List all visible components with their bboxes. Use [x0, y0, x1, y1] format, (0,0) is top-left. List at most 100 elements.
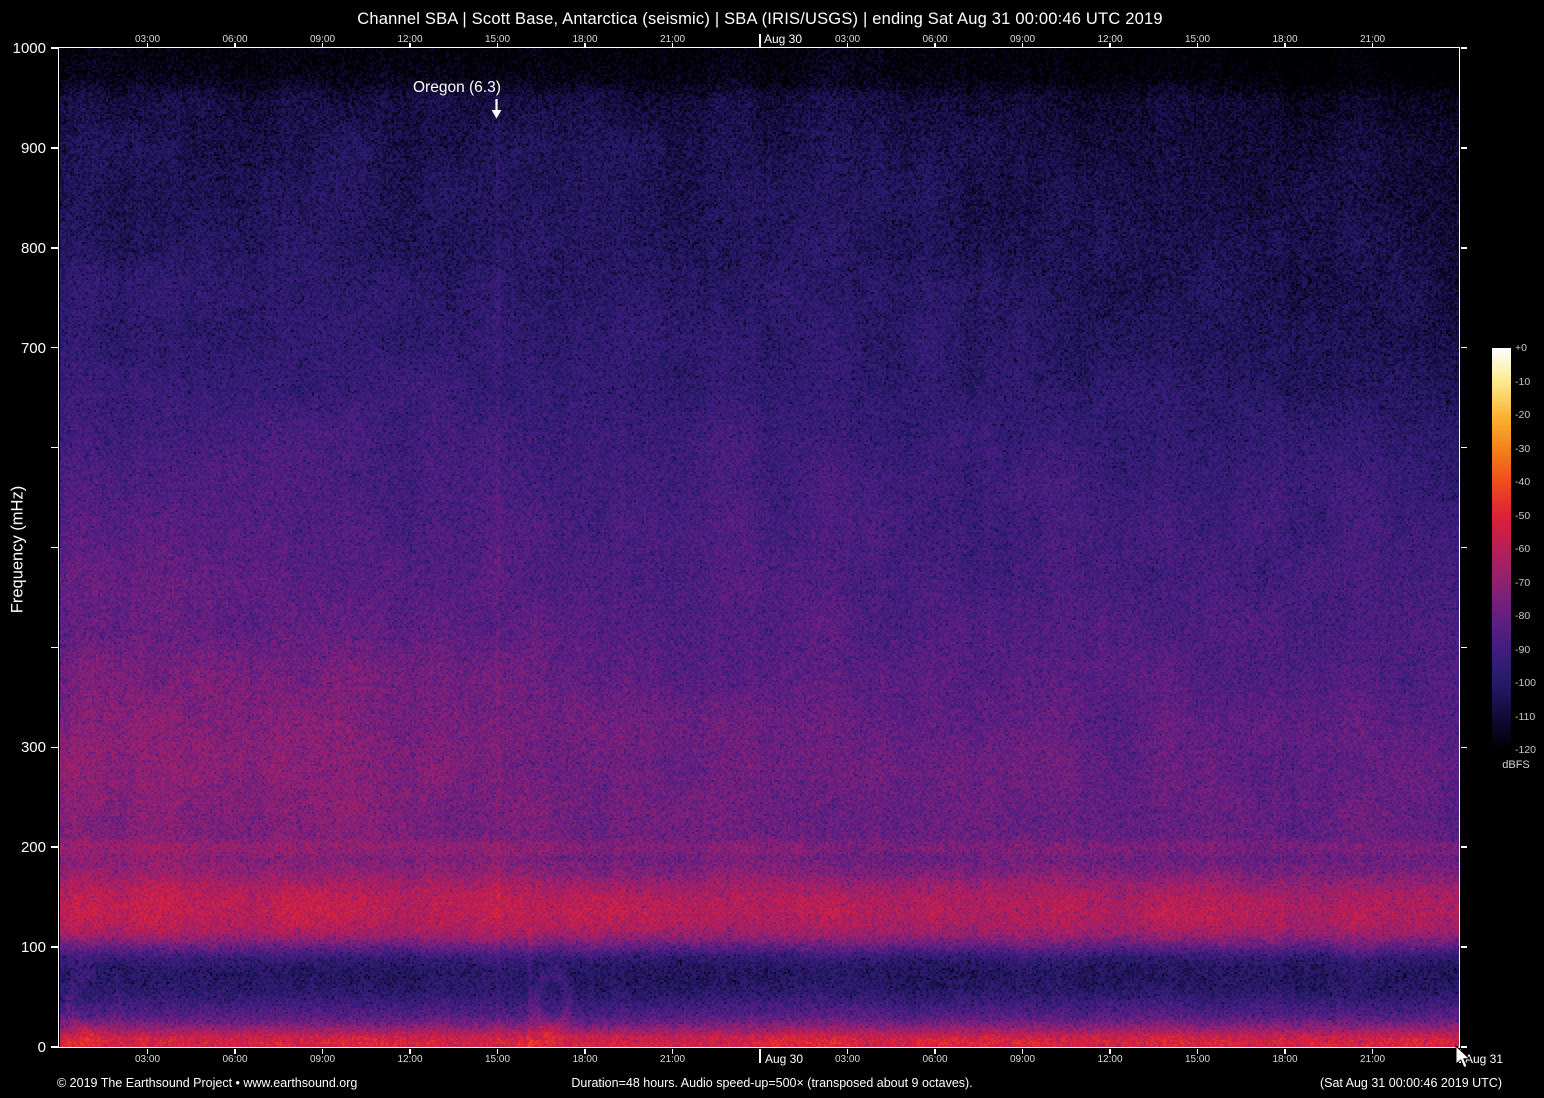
y-axis-tick-left — [51, 1046, 59, 1048]
y-axis-tick-left — [51, 147, 59, 149]
y-axis-label: 300 — [20, 739, 46, 757]
x-axis-label-top: 03:00 — [134, 33, 161, 45]
y-axis-tick-left — [51, 846, 59, 848]
colorbar-tick-label: -50 — [1515, 509, 1531, 522]
y-axis-tick-right — [1461, 646, 1467, 649]
y-axis-label: 900 — [20, 139, 46, 157]
x-axis-label-top: 09:00 — [309, 33, 336, 45]
y-axis-tick-left — [51, 546, 59, 549]
y-axis-tick-left — [51, 346, 59, 349]
x-axis-tick-bottom — [1284, 1048, 1286, 1054]
y-axis-tick-right — [1461, 946, 1467, 948]
x-axis-day-label-top: Aug 30 — [764, 32, 803, 46]
x-axis-label-top: 12:00 — [1097, 33, 1123, 45]
colorbar-tick-label: -80 — [1515, 610, 1531, 622]
colorbar-tick-label: +0 — [1515, 342, 1527, 354]
x-axis-label-bottom: 06:00 — [222, 1054, 248, 1065]
colorbar-tick-label: -30 — [1515, 442, 1531, 455]
timestamp-text: (Sat Aug 31 00:00:46 2019 UTC) — [1319, 1076, 1502, 1090]
spectrogram-figure: Channel SBA | Scott Base, Antarctica (se… — [0, 0, 1544, 1098]
event-annotation: Oregon (6.3) — [413, 79, 501, 97]
x-axis-label-bottom: 09:00 — [1009, 1054, 1036, 1065]
y-axis-tick-left — [51, 247, 59, 249]
x-axis-tick-bottom — [671, 1048, 674, 1054]
mouse-cursor-icon — [1455, 1045, 1471, 1069]
x-axis-label-top: 18:00 — [572, 33, 598, 45]
y-axis-tick-right — [1461, 147, 1467, 149]
duration-text: Duration=48 hours. Audio speed-up=500× (… — [571, 1076, 973, 1090]
colorbar-tick-label: -40 — [1515, 476, 1531, 488]
colorbar-tick-label: -60 — [1515, 543, 1531, 555]
x-axis-tick-bottom — [1196, 1048, 1199, 1054]
y-axis-label: 800 — [20, 239, 46, 257]
colorbar-tick-label: -120 — [1515, 744, 1537, 756]
colorbar-tick-label: -20 — [1515, 409, 1531, 421]
copyright-text: © 2019 The Earthsound Project • www.eart… — [57, 1076, 358, 1090]
x-axis-tick-bottom — [759, 1048, 761, 1063]
x-axis-label-bottom: 03:00 — [134, 1054, 161, 1065]
event-annotation-label: Oregon (6.3) — [413, 79, 501, 96]
x-axis-label-top: 21:00 — [1359, 33, 1386, 45]
colorbar-unit-label: dBFS — [1502, 759, 1530, 771]
y-axis-tick-right — [1461, 247, 1467, 249]
y-axis-label: 100 — [20, 939, 46, 957]
y-axis-tick-right — [1461, 47, 1467, 49]
x-axis-tick-bottom — [234, 1048, 236, 1054]
x-axis-label-bottom: 03:00 — [834, 1054, 861, 1065]
colorbar-tick-label: -90 — [1515, 643, 1531, 656]
x-axis-tick-bottom — [1371, 1048, 1374, 1054]
x-axis-label-top: 15:00 — [1184, 33, 1211, 45]
x-axis-label-bottom: 06:00 — [922, 1054, 948, 1065]
x-axis-tick-top — [759, 34, 761, 48]
y-axis-tick-right — [1461, 846, 1467, 848]
colorbar-tick-label: -10 — [1515, 375, 1531, 388]
colorbar-tick-label: -100 — [1515, 677, 1537, 689]
x-axis-label-bottom: 09:00 — [309, 1054, 336, 1065]
x-axis-label-top: 18:00 — [1272, 33, 1298, 45]
x-axis-tick-bottom — [1021, 1048, 1024, 1054]
spectrogram-canvas — [60, 48, 1460, 1047]
x-axis-tick-bottom — [496, 1048, 499, 1054]
colorbar-canvas — [1492, 348, 1511, 750]
y-axis-tick-right — [1461, 546, 1467, 549]
x-axis-label-top: 12:00 — [397, 33, 423, 45]
y-axis-tick-left — [51, 446, 59, 449]
x-axis-tick-bottom — [321, 1048, 324, 1054]
y-axis-tick-right — [1461, 346, 1467, 349]
y-axis-title: Frequency (mHz) — [8, 485, 27, 614]
colorbar-tick-label: -110 — [1515, 710, 1536, 723]
x-axis-label-top: 21:00 — [659, 33, 686, 45]
x-axis-label-top: 15:00 — [484, 33, 511, 45]
x-axis-label-bottom: 12:00 — [1097, 1054, 1123, 1065]
x-axis-label-bottom: 18:00 — [572, 1054, 598, 1065]
y-axis-tick-right — [1461, 446, 1467, 449]
x-axis-label-top: 06:00 — [222, 33, 248, 45]
down-arrow-icon — [491, 99, 502, 119]
x-axis-tick-bottom — [1109, 1048, 1111, 1054]
y-axis-label: 1000 — [12, 40, 46, 57]
x-axis-day-label-bottom: Aug 30 — [765, 1052, 804, 1066]
x-axis-label-bottom: 15:00 — [484, 1054, 511, 1065]
x-axis-tick-bottom — [146, 1048, 149, 1054]
x-axis-label-bottom: 15:00 — [1184, 1054, 1211, 1065]
y-axis-label: 0 — [37, 1039, 46, 1056]
y-axis-label: 700 — [20, 339, 46, 357]
x-axis-label-top: 09:00 — [1009, 33, 1036, 45]
x-axis-tick-bottom — [846, 1048, 849, 1054]
x-axis-label-top: 06:00 — [922, 33, 948, 45]
x-axis-tick-bottom — [409, 1048, 411, 1054]
x-axis-label-bottom: 18:00 — [1272, 1054, 1298, 1065]
y-axis-tick-left — [51, 746, 59, 749]
y-axis-tick-right — [1461, 746, 1467, 749]
x-axis-tick-bottom — [934, 1048, 936, 1054]
chart-title: Channel SBA | Scott Base, Antarctica (se… — [357, 10, 1163, 28]
x-axis-label-bottom: 21:00 — [659, 1054, 686, 1065]
y-axis-tick-left — [51, 47, 59, 49]
x-axis-tick-bottom — [584, 1048, 586, 1054]
x-axis-label-bottom: 12:00 — [397, 1054, 423, 1065]
colorbar-tick-label: -70 — [1515, 576, 1531, 589]
y-axis-tick-left — [51, 946, 59, 948]
x-axis-label-bottom: 21:00 — [1359, 1054, 1386, 1065]
y-axis-tick-left — [51, 646, 59, 649]
y-axis-label: 200 — [20, 839, 46, 857]
